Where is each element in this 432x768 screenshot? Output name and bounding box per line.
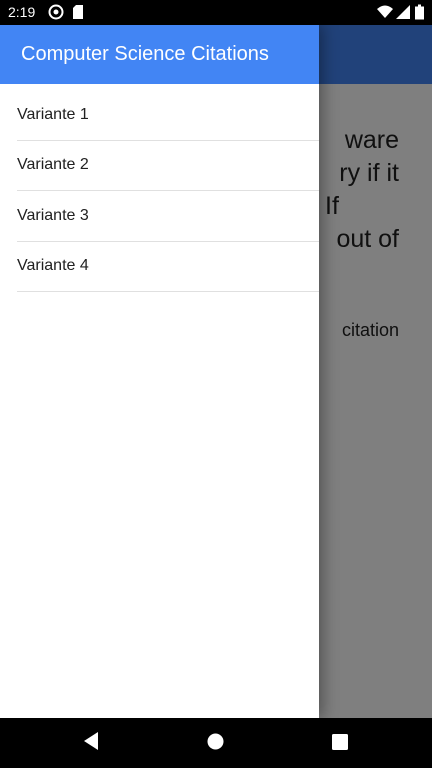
- sd-card-icon: [73, 5, 83, 19]
- drawer-header: Computer Science Citations: [0, 25, 319, 84]
- back-icon[interactable]: [82, 731, 100, 751]
- drawer-item-variante-2[interactable]: Variante 2: [17, 141, 319, 191]
- navigation-drawer: Computer Science Citations Variante 1 Va…: [0, 25, 319, 718]
- wifi-icon: [377, 5, 393, 18]
- drawer-item-variante-4[interactable]: Variante 4: [17, 242, 319, 292]
- recents-icon[interactable]: [332, 734, 348, 750]
- status-bar: 2:19: [0, 0, 432, 25]
- drawer-list: Variante 1 Variante 2 Variante 3 Variant…: [0, 84, 319, 292]
- drawer-item-label: Variante 2: [17, 156, 89, 174]
- battery-icon: [415, 4, 424, 20]
- drawer-item-variante-3[interactable]: Variante 3: [17, 191, 319, 242]
- drawer-title: Computer Science Citations: [21, 43, 269, 65]
- cellular-signal-icon: [396, 5, 410, 19]
- drawer-item-label: Variante 4: [17, 257, 89, 275]
- status-time: 2:19: [8, 4, 36, 20]
- drawer-item-label: Variante 3: [17, 206, 89, 224]
- home-icon[interactable]: [207, 733, 224, 750]
- sync-icon: [48, 4, 64, 20]
- app-window: ware ry if it If out of citation Compute…: [0, 25, 432, 718]
- drawer-item-variante-1[interactable]: Variante 1: [17, 90, 319, 141]
- system-nav-bar: [0, 718, 432, 768]
- drawer-item-label: Variante 1: [17, 105, 89, 123]
